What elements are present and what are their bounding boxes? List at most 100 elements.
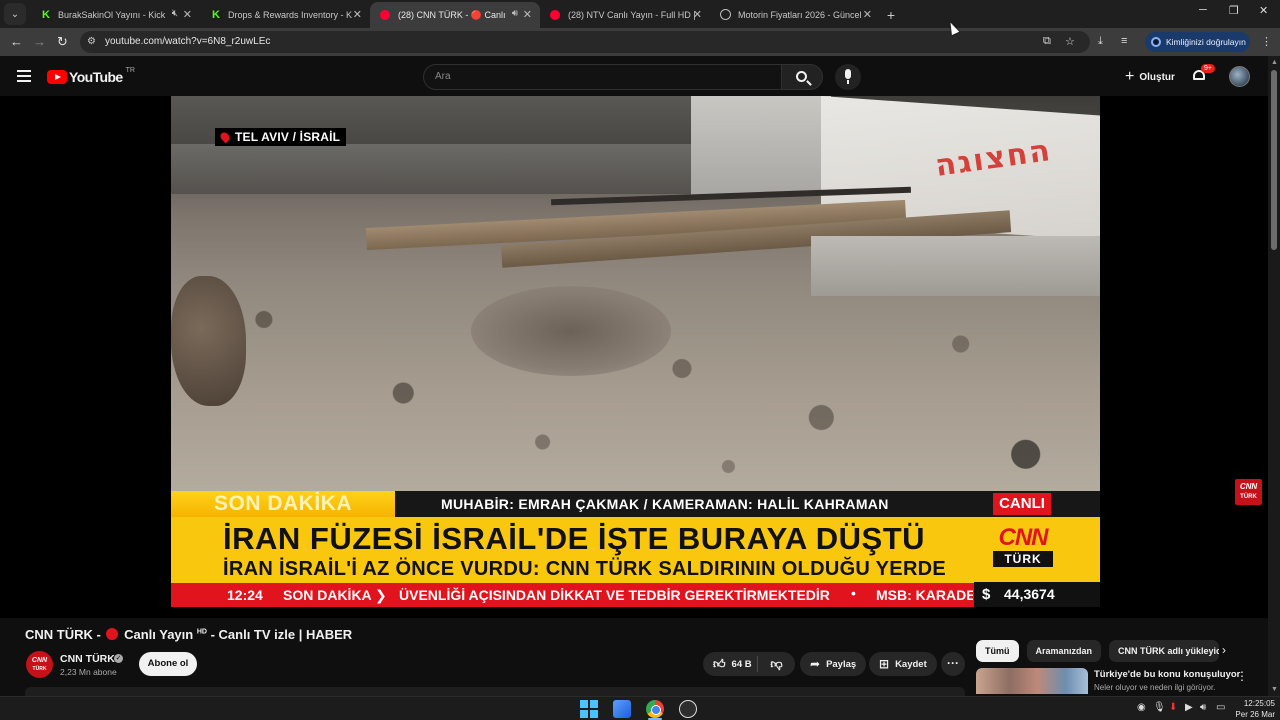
title-prefix: CNN TÜRK -: [25, 627, 101, 642]
share-button[interactable]: ➦ Paylaş: [800, 652, 867, 676]
search-button[interactable]: [781, 64, 823, 90]
new-tab-button[interactable]: +: [880, 4, 902, 26]
notifications-button[interactable]: 9+: [1192, 64, 1215, 82]
download-icon[interactable]: ⤓: [1098, 35, 1103, 48]
system-clock[interactable]: 12:25:05 Per 26 Mar: [1231, 698, 1275, 720]
profile-icon: [1151, 37, 1161, 47]
media-icon[interactable]: ▶: [1185, 702, 1193, 713]
filter-chips: Tümü Aramanızdan CNN TÜRK adlı yükleyici: [976, 640, 1227, 662]
title-suffix: - Canlı TV izle | HABER: [210, 627, 353, 642]
browser-menu-icon[interactable]: ⋮: [1261, 35, 1272, 48]
logo-text: YouTube: [69, 69, 123, 85]
search-box[interactable]: [423, 64, 782, 90]
currency-value: 44,3674: [1004, 586, 1055, 602]
profile-label: Kimliğinizi doğrulayın: [1166, 37, 1246, 47]
chip-all[interactable]: Tümü: [976, 640, 1019, 662]
bookmark-star-icon[interactable]: ☆: [1065, 35, 1075, 48]
video-frame[interactable]: החצוגה: [171, 96, 1100, 491]
youtube-logo[interactable]: YouTube TR: [47, 66, 135, 85]
maximize-icon[interactable]: ❐: [1229, 4, 1239, 17]
scene-pillar: [691, 96, 831, 196]
browser-tab-active[interactable]: (28) CNN TÜRK - 🔴 Canlı 🔊︎ ✕: [370, 2, 540, 28]
voice-search-button[interactable]: [835, 64, 861, 90]
close-icon[interactable]: ✕: [693, 8, 702, 21]
tab-search-button[interactable]: ⌄: [4, 3, 26, 25]
tab-title: Motorin Fiyatları 2026 - Güncel: [738, 10, 862, 20]
chevron-right-icon[interactable]: ›: [1222, 643, 1226, 657]
obs-icon[interactable]: [679, 700, 697, 718]
reload-icon[interactable]: ↻: [57, 34, 68, 50]
description-box[interactable]: [25, 687, 965, 696]
avatar-turk-text: TÜRK: [32, 666, 47, 672]
tray-app-icon[interactable]: ◉: [1137, 702, 1146, 713]
news-crew-bar: SON DAKİKA MUHABİR: EMRAH ÇAKMAK / KAMER…: [171, 491, 1100, 517]
recommendation-title[interactable]: Türkiye'de bu konu konuşuluyor: [1094, 669, 1240, 680]
browser-tab[interactable]: (28) NTV Canlı Yayın - Full HD | ✕: [540, 2, 710, 28]
page-scrollbar[interactable]: ▲ ▼: [1268, 56, 1280, 696]
video-player[interactable]: החצוגה TEL AVIV / İSRAİL SON DAKİKA MUHA…: [0, 96, 1268, 618]
title-live: Canlı Yayın: [124, 627, 194, 642]
save-label: Kaydet: [895, 658, 927, 670]
display-icon[interactable]: ▭: [1216, 702, 1225, 713]
channel-watermark: CNN TÜRK: [1235, 479, 1262, 505]
cnn-turk-logo: CNN TÜRK: [993, 525, 1053, 571]
save-button[interactable]: ⊞ Kaydet: [869, 652, 937, 676]
close-icon[interactable]: ✕: [523, 8, 532, 21]
back-icon[interactable]: ←: [10, 34, 23, 49]
mic-muted-icon[interactable]: ⬇: [1169, 702, 1177, 713]
audio-icon[interactable]: 🔊︎: [512, 8, 518, 19]
hamburger-menu-icon[interactable]: [17, 70, 31, 82]
ticker-label: SON DAKİKA ❯: [283, 587, 387, 603]
scroll-down-icon[interactable]: ▼: [1271, 686, 1278, 693]
dollar-icon: $: [982, 586, 991, 603]
url-text[interactable]: youtube.com/watch?v=6N8_r2uwLEc: [105, 36, 270, 47]
scrollbar-thumb[interactable]: [1271, 70, 1277, 250]
search-icon: [796, 71, 807, 82]
microphone-icon[interactable]: 🎙︎: [1153, 702, 1166, 713]
more-actions-button[interactable]: ···: [941, 652, 965, 676]
close-icon[interactable]: ✕: [863, 8, 872, 21]
browser-tab[interactable]: K BurakSakinOl Yayını - Kick 🔇︎ ✕: [30, 2, 200, 28]
scroll-up-icon[interactable]: ▲: [1271, 59, 1278, 66]
recommendation-menu-icon[interactable]: ⋮: [1236, 669, 1248, 683]
file-explorer-icon[interactable]: [613, 700, 631, 718]
live-badge: CANLI: [993, 493, 1051, 515]
browser-tab[interactable]: Motorin Fiyatları 2026 - Güncel ✕: [710, 2, 880, 28]
plus-icon: +: [1125, 68, 1135, 85]
like-dislike-bar: 👍︎ 64 B 👎︎: [703, 652, 795, 676]
profile-verify-button[interactable]: Kimliğinizi doğrulayın: [1145, 32, 1250, 52]
ticker-bullet: •: [851, 585, 856, 601]
close-window-icon[interactable]: ✕: [1259, 4, 1268, 17]
browser-tab[interactable]: K Drops & Rewards Inventory - K ✕: [200, 2, 370, 28]
search-input[interactable]: [435, 71, 755, 82]
scene-step: [171, 144, 711, 194]
subscribe-button[interactable]: Abone ol: [139, 652, 197, 676]
close-icon[interactable]: ✕: [183, 8, 192, 21]
logo-cnn-text: CNN: [998, 524, 1049, 551]
thumbs-down-icon: 👎︎: [770, 656, 783, 671]
media-control-icon[interactable]: ≡: [1121, 35, 1127, 47]
windows-start-icon[interactable]: [580, 700, 598, 718]
country-code: TR: [125, 66, 135, 74]
address-bar[interactable]: ⚙ youtube.com/watch?v=6N8_r2uwLEc ⧉ ☆: [80, 31, 1090, 53]
channel-name[interactable]: CNN TÜRK: [60, 653, 115, 665]
minimize-icon[interactable]: ─: [1199, 4, 1207, 16]
mute-icon[interactable]: 🔇︎: [172, 8, 178, 19]
close-icon[interactable]: ✕: [353, 8, 362, 21]
like-button[interactable]: 👍︎ 64 B: [703, 656, 758, 672]
chip-from-uploader[interactable]: CNN TÜRK adlı yükleyici: [1109, 640, 1220, 662]
speaker-icon[interactable]: 🔊︎: [1200, 702, 1206, 713]
chrome-icon[interactable]: [646, 700, 664, 718]
scene-crater: [471, 286, 671, 376]
account-avatar[interactable]: [1229, 66, 1250, 87]
create-button[interactable]: + Oluştur: [1115, 65, 1185, 89]
scene-rock: [171, 276, 246, 406]
news-ticker: 12:24 SON DAKİKA ❯ ÜVENLİĞİ AÇISINDAN Dİ…: [171, 582, 1100, 607]
recommendation-thumbnail[interactable]: [976, 668, 1088, 694]
dislike-button[interactable]: 👎︎: [758, 657, 795, 672]
chip-from-search[interactable]: Aramanızdan: [1026, 640, 1102, 662]
site-info-icon[interactable]: ⚙: [87, 36, 96, 47]
cast-icon[interactable]: ⧉: [1043, 35, 1051, 48]
forward-icon[interactable]: →: [33, 34, 46, 49]
channel-avatar[interactable]: CNN TÜRK: [26, 651, 53, 678]
